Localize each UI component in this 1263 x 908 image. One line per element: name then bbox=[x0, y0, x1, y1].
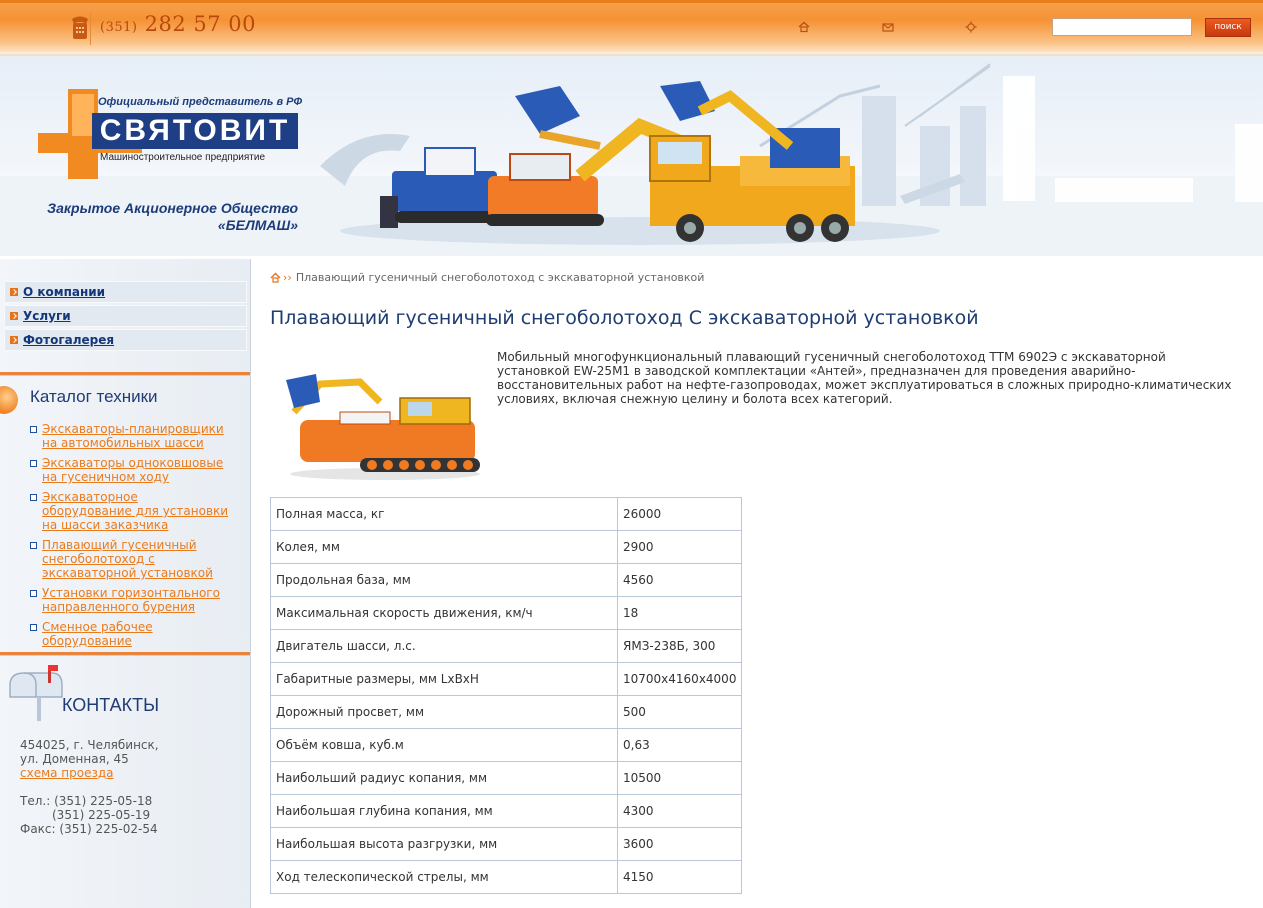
spec-value: 2900 bbox=[616, 530, 743, 564]
map-link[interactable]: схема проезда bbox=[20, 766, 114, 780]
table-row: Наибольшая глубина копания, мм 4300 bbox=[270, 794, 743, 828]
spec-name: Двигатель шасси, л.с. bbox=[270, 629, 618, 663]
logo-subtitle: Машиностроительное предприятие bbox=[100, 152, 266, 163]
spec-name: Дорожный просвет, мм bbox=[270, 695, 618, 729]
catalog-link[interactable]: Плавающий гусеничный снегоболотоход с эк… bbox=[42, 538, 213, 580]
catalog-item: Экскаваторы одноковшовые на гусеничном х… bbox=[30, 456, 230, 484]
address-line: 454025, г. Челябинск, bbox=[20, 738, 159, 752]
catalog-item: Экскаваторное оборудование для установки… bbox=[30, 490, 230, 532]
table-row: Колея, мм 2900 bbox=[270, 530, 743, 564]
phone-line: Тел.: (351) 225-05-18 bbox=[20, 794, 153, 808]
table-row: Максимальная скорость движения, км/ч 18 bbox=[270, 596, 743, 630]
spec-value: 4150 bbox=[616, 860, 743, 894]
spec-name: Габаритные размеры, мм LxBxH bbox=[270, 662, 618, 696]
spec-name: Наибольшая высота разгрузки, мм bbox=[270, 827, 618, 861]
home-icon[interactable] bbox=[797, 20, 811, 34]
catalog-list: Экскаваторы-планировщики на автомобильны… bbox=[30, 422, 230, 654]
catalog-item: Плавающий гусеничный снегоболотоход с эк… bbox=[30, 538, 230, 580]
divider bbox=[0, 372, 250, 376]
spec-name: Наибольший радиус копания, мм bbox=[270, 761, 618, 795]
catalog-link[interactable]: Экскаваторное оборудование для установки… bbox=[42, 490, 228, 532]
spec-name: Максимальная скорость движения, км/ч bbox=[270, 596, 618, 630]
phone-separator bbox=[90, 13, 91, 45]
company-name: Закрытое Акционерное Общество «БЕЛМАШ» bbox=[47, 200, 298, 233]
spec-name: Наибольшая глубина копания, мм bbox=[270, 794, 618, 828]
search-input[interactable] bbox=[1052, 18, 1192, 36]
sidebar: О компании Услуги Фотогалерея Каталог те… bbox=[0, 259, 251, 908]
breadcrumb-current: Плавающий гусеничный снегоболотоход с эк… bbox=[295, 271, 705, 284]
table-row: Двигатель шасси, л.с. ЯМЗ-238Б, 300 bbox=[270, 629, 743, 663]
catalog-link[interactable]: Сменное рабочее оборудование bbox=[42, 620, 153, 648]
spec-value: 0,63 bbox=[616, 728, 743, 762]
spec-name: Полная масса, кг bbox=[270, 497, 618, 531]
spec-name: Продольная база, мм bbox=[270, 563, 618, 597]
logo-wordmark[interactable]: СВЯТОВИТ bbox=[92, 113, 298, 149]
sitemap-icon[interactable] bbox=[964, 20, 978, 34]
catalog-item: Установки горизонтального направленного … bbox=[30, 586, 230, 614]
menu-item-gallery[interactable]: Фотогалерея bbox=[4, 329, 247, 351]
phone-line: (351) 225-05-19 bbox=[52, 808, 151, 822]
table-row: Габаритные размеры, мм LxBxH 10700x4160x4… bbox=[270, 662, 743, 696]
arrow-bullet-icon bbox=[10, 336, 18, 344]
menu-item-services[interactable]: Услуги bbox=[4, 305, 247, 327]
table-row: Наибольший радиус копания, мм 10500 bbox=[270, 761, 743, 795]
catalog-item: Экскаваторы-планировщики на автомобильны… bbox=[30, 422, 230, 450]
mailbox-icon bbox=[9, 665, 63, 721]
breadcrumb: ›› Плавающий гусеничный снегоболотоход с… bbox=[270, 271, 704, 284]
menu-item-label[interactable]: Услуги bbox=[23, 309, 71, 323]
spec-name: Колея, мм bbox=[270, 530, 618, 564]
spec-value: 10700x4160x4000 bbox=[616, 662, 743, 696]
search-button[interactable]: поиск bbox=[1205, 18, 1251, 37]
contacts-info: 454025, г. Челябинск, ул. Доменная, 45 с… bbox=[20, 738, 159, 836]
arrow-bullet-icon bbox=[10, 288, 18, 296]
divider bbox=[0, 652, 250, 656]
contacts-title: КОНТАКТЫ bbox=[62, 695, 160, 715]
spec-value: 500 bbox=[616, 695, 743, 729]
contacts-header: КОНТАКТЫ bbox=[0, 657, 250, 727]
table-row: Полная масса, кг 26000 bbox=[270, 497, 743, 531]
breadcrumb-separator: ›› bbox=[283, 271, 292, 284]
catalog-link[interactable]: Экскаваторы одноковшовые на гусеничном х… bbox=[42, 456, 223, 484]
spec-value: 4300 bbox=[616, 794, 743, 828]
catalog-link[interactable]: Установки горизонтального направленного … bbox=[42, 586, 220, 614]
product-image bbox=[286, 374, 480, 480]
main-menu: О компании Услуги Фотогалерея bbox=[4, 281, 247, 353]
menu-item-about[interactable]: О компании bbox=[4, 281, 247, 303]
table-row: Объём ковша, куб.м 0,63 bbox=[270, 728, 743, 762]
spec-value: 18 bbox=[616, 596, 743, 630]
spec-value: 4560 bbox=[616, 563, 743, 597]
menu-item-label[interactable]: О компании bbox=[23, 285, 105, 299]
mail-icon[interactable] bbox=[881, 20, 895, 34]
catalog-header: Каталог техники bbox=[0, 380, 250, 420]
table-row: Дорожный просвет, мм 500 bbox=[270, 695, 743, 729]
spec-name: Объём ковша, куб.м bbox=[270, 728, 618, 762]
fax-line: Факс: (351) 225-02-54 bbox=[20, 822, 158, 836]
top-bar: (351) 282 57 00 поиск bbox=[0, 0, 1263, 52]
spec-value: 26000 bbox=[616, 497, 743, 531]
phone-icon bbox=[72, 16, 88, 39]
catalog-circle-icon bbox=[0, 386, 18, 414]
specs-table: Полная масса, кг 26000 Колея, мм 2900 Прод… bbox=[270, 497, 743, 894]
arrow-bullet-icon bbox=[10, 312, 18, 320]
spec-value: 3600 bbox=[616, 827, 743, 861]
table-row: Наибольшая высота разгрузки, мм 3600 bbox=[270, 827, 743, 861]
table-row: Ход телескопической стрелы, мм 4150 bbox=[270, 860, 743, 894]
header-banner: Официальный представитель в РФ СВЯТОВИТ … bbox=[0, 56, 1263, 256]
spec-value: ЯМЗ-238Б, 300 bbox=[616, 629, 743, 663]
menu-item-label[interactable]: Фотогалерея bbox=[23, 333, 114, 347]
page-title: Плавающий гусеничный снегоболотоход С эк… bbox=[270, 307, 979, 329]
header-phone: (351) 282 57 00 bbox=[100, 12, 257, 36]
home-icon[interactable] bbox=[270, 272, 281, 283]
product-description: Мобильный многофункциональный плавающий … bbox=[497, 350, 1232, 406]
spec-name: Ход телескопической стрелы, мм bbox=[270, 860, 618, 894]
spec-value: 10500 bbox=[616, 761, 743, 795]
catalog-item: Сменное рабочее оборудование bbox=[30, 620, 230, 648]
address-line: ул. Доменная, 45 bbox=[20, 752, 129, 766]
catalog-title: Каталог техники bbox=[30, 387, 158, 406]
catalog-link[interactable]: Экскаваторы-планировщики на автомобильны… bbox=[42, 422, 224, 450]
table-row: Продольная база, мм 4560 bbox=[270, 563, 743, 597]
logo-tagline: Официальный представитель в РФ bbox=[98, 96, 303, 108]
